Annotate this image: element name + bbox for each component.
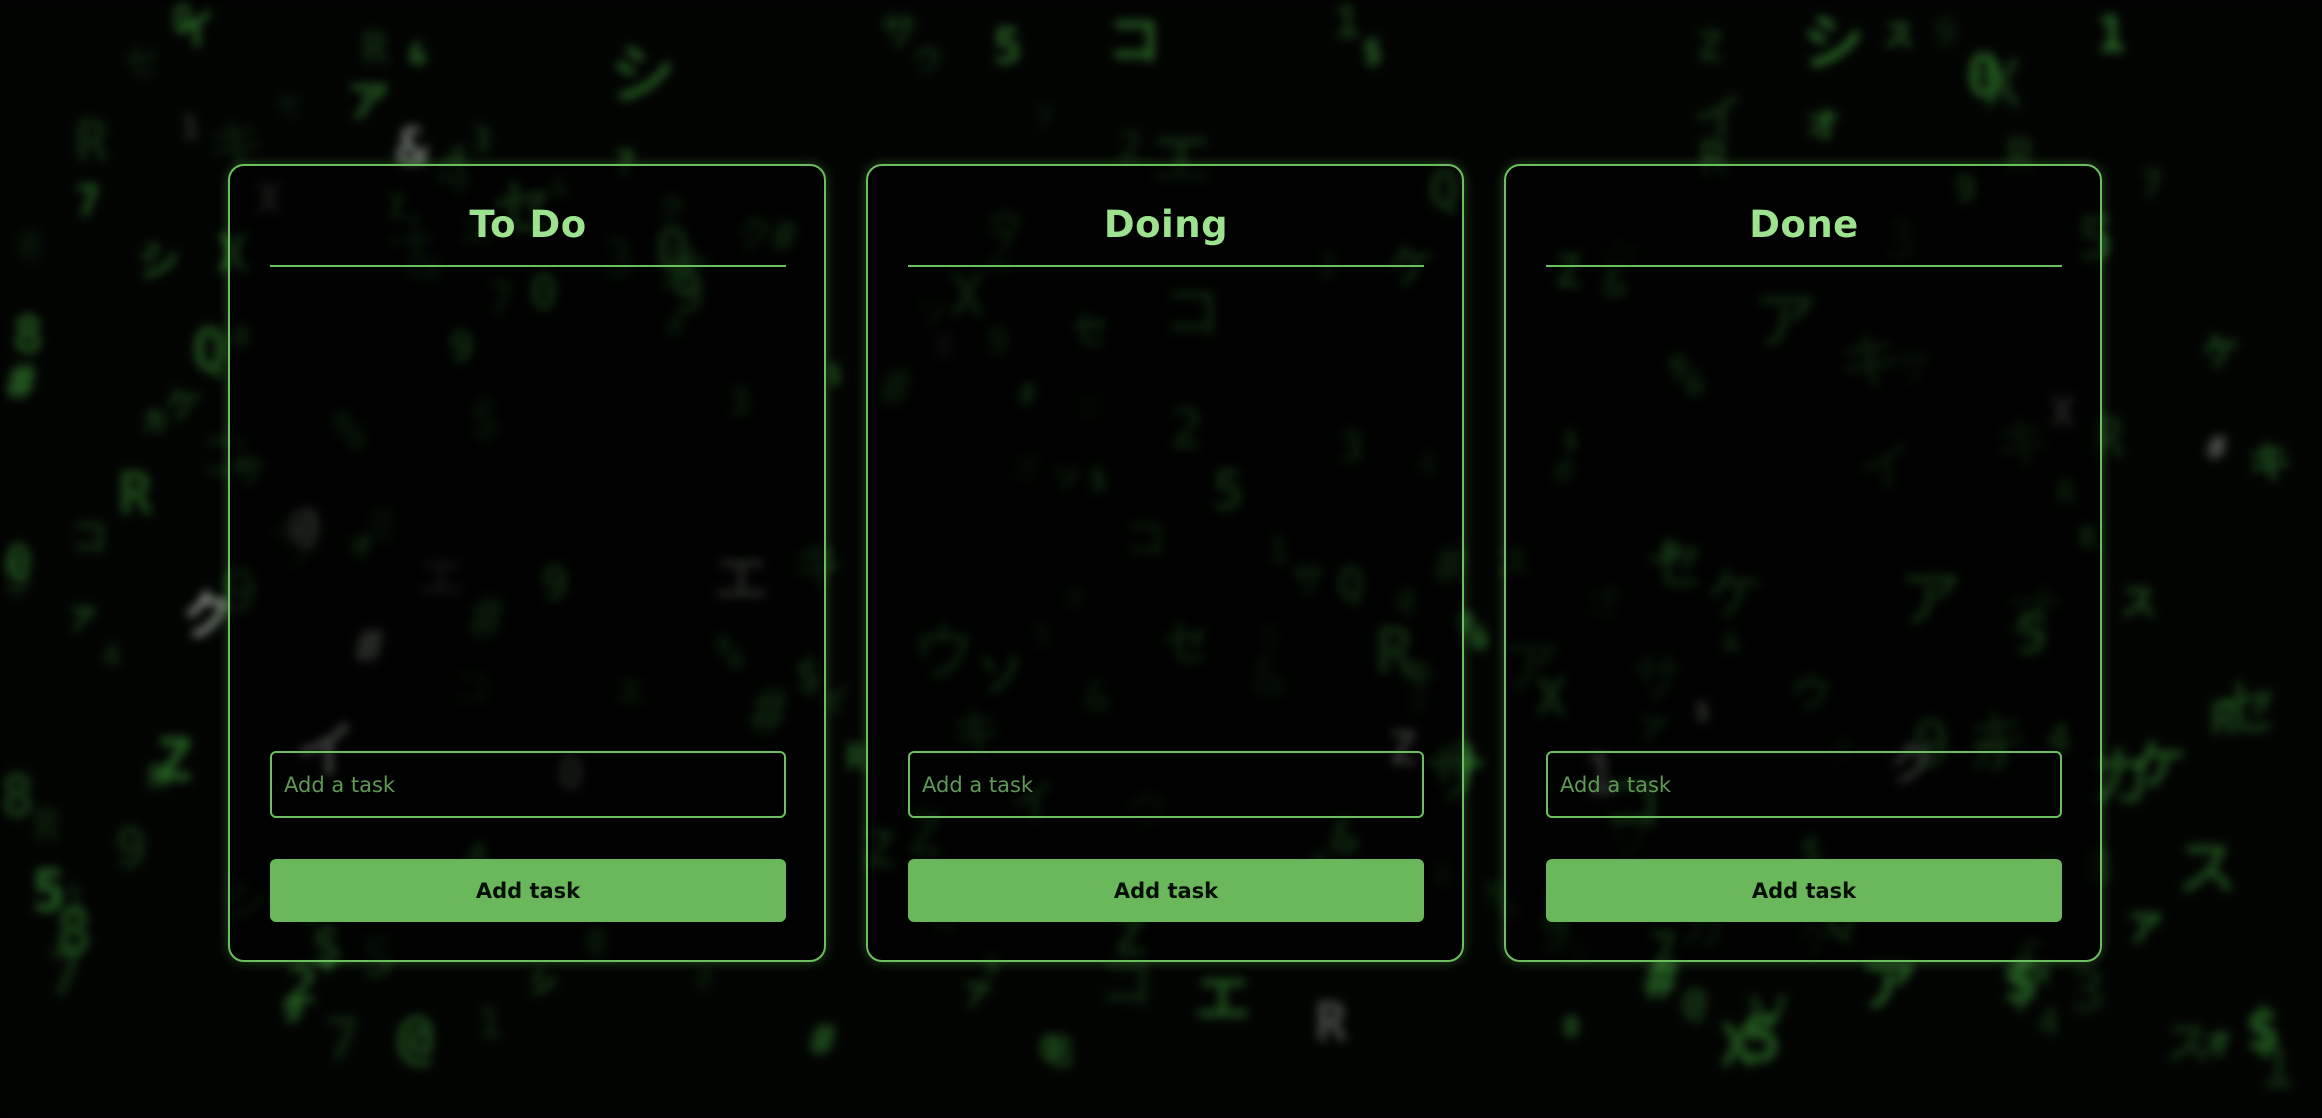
column-divider [270, 265, 786, 267]
add-task-button[interactable]: Add task [908, 859, 1424, 922]
column-title: Done [1749, 203, 1859, 246]
column-title: Doing [1103, 203, 1229, 246]
column-todo: To Do Add task [228, 164, 826, 962]
column-divider [908, 265, 1424, 267]
column-doing: Doing Add task [866, 164, 1464, 962]
add-task-input[interactable] [1546, 751, 2062, 818]
add-task-button[interactable]: Add task [1546, 859, 2062, 922]
column-done: Done Add task [1504, 164, 2102, 962]
kanban-board: To Do Add task Doing Add task Done Add t… [228, 164, 2102, 962]
column-divider [1546, 265, 2062, 267]
add-task-input[interactable] [908, 751, 1424, 818]
column-title: To Do [469, 203, 587, 246]
add-task-input[interactable] [270, 751, 786, 818]
add-task-button[interactable]: Add task [270, 859, 786, 922]
